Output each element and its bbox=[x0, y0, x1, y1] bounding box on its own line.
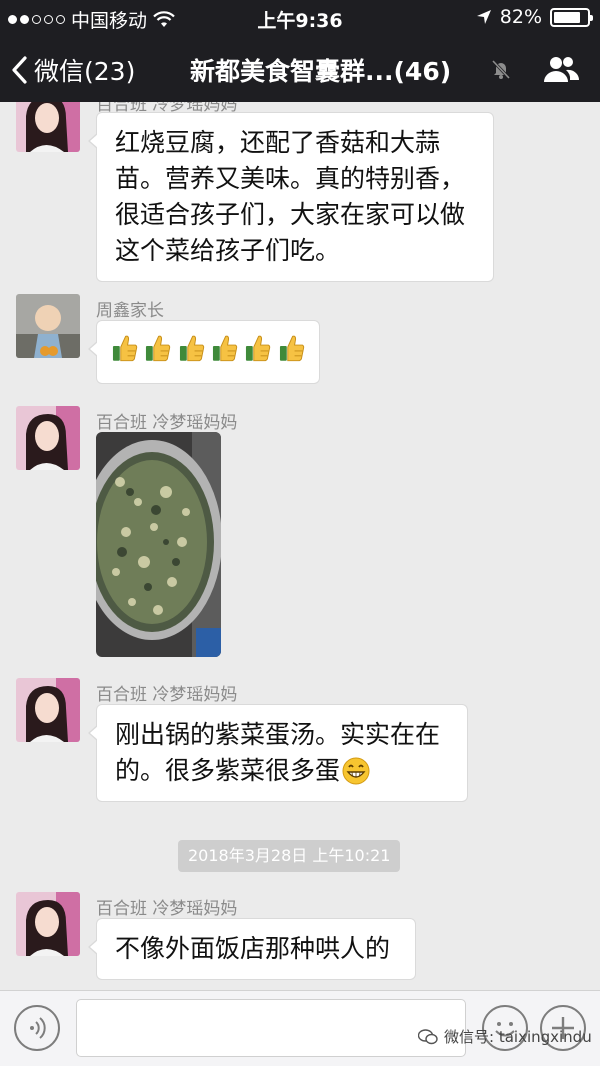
sender-name: 百合班 冷梦瑶妈妈 bbox=[96, 685, 238, 705]
thumbs-up-icon bbox=[112, 335, 138, 362]
battery-icon bbox=[550, 7, 593, 27]
back-label: 微信(23) bbox=[34, 57, 136, 86]
message-line: 的。很多紫菜很多蛋 bbox=[115, 756, 341, 785]
message-line: 刚出锅的紫菜蛋汤。实实在在 bbox=[115, 720, 441, 749]
message-input[interactable] bbox=[76, 999, 466, 1057]
thumbs-up-icon bbox=[146, 335, 171, 362]
battery-percent: 82% bbox=[499, 6, 542, 28]
mute-bell-icon bbox=[491, 59, 511, 80]
soup-pot-photo[interactable] bbox=[96, 432, 221, 657]
status-bar: 中国移动 上午9:36 82% bbox=[0, 0, 600, 34]
voice-icon bbox=[30, 1017, 46, 1039]
avatar[interactable] bbox=[16, 406, 80, 470]
thumbs-up-icon bbox=[279, 335, 304, 362]
chevron-left-icon bbox=[12, 56, 27, 84]
thumbs-up-row bbox=[111, 333, 305, 363]
message-line: 这个菜给孩子们吃。 bbox=[115, 236, 341, 265]
avatar[interactable] bbox=[16, 294, 80, 358]
chat-header: 微信(23) 新都美食智囊群...(46) bbox=[0, 34, 600, 102]
message-bubble[interactable]: 红烧豆腐，还配了香菇和大蒜 苗。营养又美味。真的特别香， 很适合孩子们，大家在家… bbox=[88, 112, 494, 282]
message-line: 很适合孩子们，大家在家可以做 bbox=[115, 200, 466, 229]
group-members-icon[interactable] bbox=[542, 54, 580, 84]
sender-name: 周鑫家长 bbox=[96, 301, 164, 321]
location-arrow-icon bbox=[476, 10, 491, 24]
group-title: 新都美食智囊群...(46) bbox=[190, 57, 452, 86]
message-bubble[interactable]: 不像外面饭店那种哄人的 bbox=[88, 918, 416, 980]
sender-name: 百合班 冷梦瑶妈妈 bbox=[96, 899, 238, 919]
thumbs-up-icon bbox=[179, 335, 204, 362]
wechat-watermark: 微信号: taixingxindu bbox=[418, 1026, 592, 1047]
grin-emoji-icon bbox=[342, 757, 370, 785]
timestamp-divider: 2018年3月28日 上午10:21 bbox=[178, 840, 401, 872]
chat-history[interactable]: 百合班 冷梦瑶妈妈 红烧豆腐，还配了香菇和大蒜 苗。营养又美味。真的特别香， 很… bbox=[0, 102, 600, 990]
avatar[interactable] bbox=[16, 892, 80, 956]
avatar[interactable] bbox=[16, 102, 80, 152]
battery-fill bbox=[554, 11, 581, 23]
status-right: 82% bbox=[476, 6, 593, 28]
thumbs-up-icon bbox=[246, 335, 271, 362]
message-bubble[interactable] bbox=[88, 320, 320, 384]
message-bubble[interactable]: 刚出锅的紫菜蛋汤。实实在在 的。很多紫菜很多蛋 bbox=[88, 704, 468, 802]
message-line: 苗。营养又美味。真的特别香， bbox=[115, 164, 466, 193]
message-line: 不像外面饭店那种哄人的 bbox=[115, 934, 391, 963]
sender-name: 百合班 冷梦瑶妈妈 bbox=[96, 413, 238, 433]
watermark-text: 微信号: taixingxindu bbox=[444, 1028, 592, 1046]
voice-button[interactable] bbox=[14, 1005, 60, 1051]
message-line: 红烧豆腐，还配了香菇和大蒜 bbox=[115, 128, 441, 157]
thumbs-up-icon bbox=[212, 335, 238, 362]
wechat-logo-icon bbox=[418, 1028, 438, 1044]
avatar[interactable] bbox=[16, 678, 80, 742]
back-button[interactable]: 微信(23) bbox=[10, 52, 135, 88]
